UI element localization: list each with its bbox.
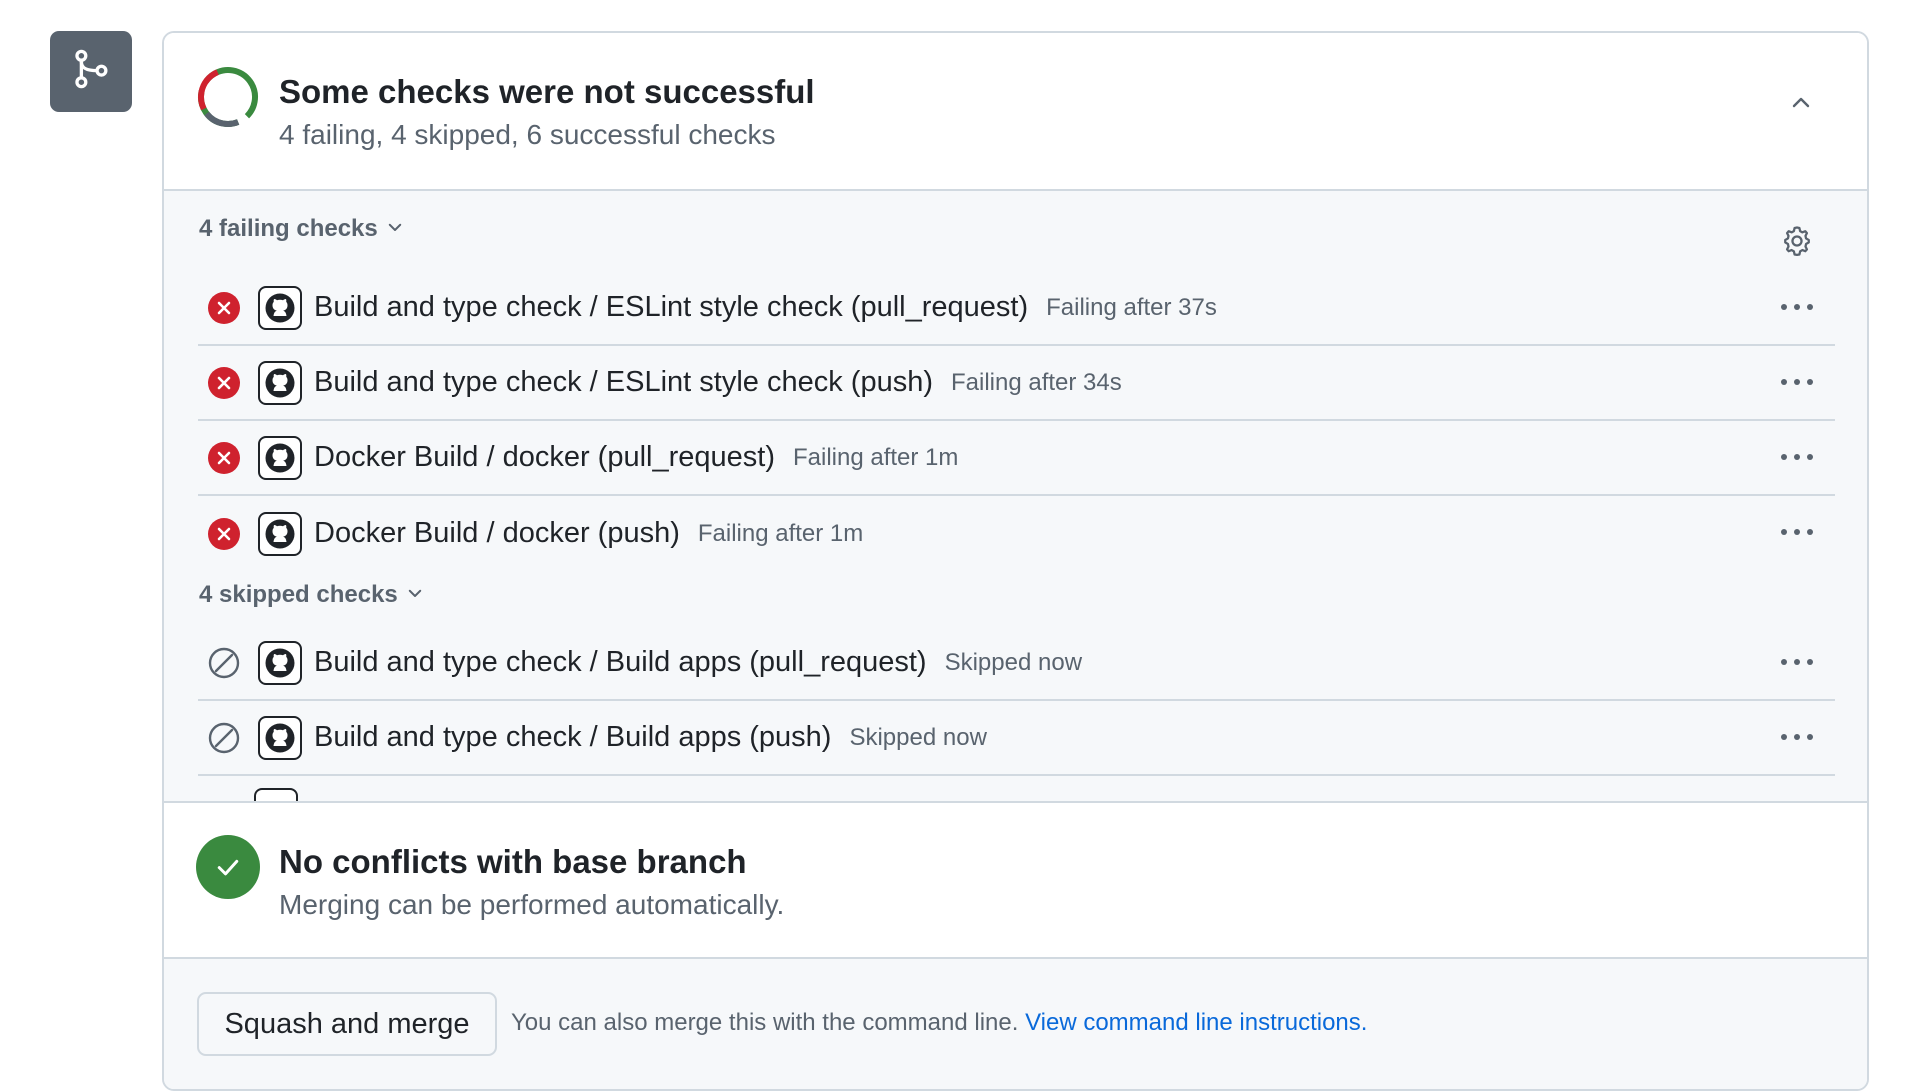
check-row: Build and type check / ESLint style chec… (198, 346, 1835, 421)
partial-status-ring-icon (196, 65, 260, 129)
merge-status-badge (50, 31, 132, 112)
x-circle-fill-icon (208, 366, 240, 399)
check-more-button[interactable] (1777, 291, 1817, 323)
failing-checks-heading: 4 failing checks (199, 215, 378, 242)
check-name-link[interactable]: Build and type check / Build apps (push) (314, 721, 831, 754)
github-icon (258, 435, 302, 480)
chevron-down-icon (406, 581, 424, 609)
command-line-instructions-link[interactable]: View command line instructions. (1025, 1009, 1367, 1036)
conflicts-section: No conflicts with base branch Merging ca… (164, 801, 1867, 959)
check-row: Docker Build / docker (pull_request) Fai… (198, 421, 1835, 496)
checks-summary-text: 4 failing, 4 skipped, 6 successful check… (279, 119, 776, 150)
merge-box: Some checks were not successful 4 failin… (162, 31, 1869, 1091)
kebab-horizontal-icon (1781, 454, 1813, 460)
git-branch-icon (69, 47, 113, 96)
merge-hint: You can also merge this with the command… (511, 1009, 1367, 1037)
github-icon (258, 640, 302, 685)
failing-checks-toggle[interactable]: 4 failing checks (199, 215, 404, 243)
checks-title: Some checks were not successful (279, 73, 815, 110)
merge-hint-text: You can also merge this with the command… (511, 1009, 1019, 1036)
merge-footer: Squash and merge You can also merge this… (164, 959, 1867, 1089)
check-status-text: Failing after 1m (697, 519, 864, 547)
check-row: Docker Build / docker (push) Failing aft… (198, 496, 1835, 571)
x-circle-fill-icon (208, 291, 240, 324)
checks-list: 4 failing checks Build and type check / … (164, 191, 1867, 801)
conflicts-subtitle: Merging can be performed automatically. (279, 889, 785, 920)
github-icon (258, 511, 302, 556)
skip-icon (208, 647, 240, 679)
check-name-link[interactable]: Build and type check / ESLint style chec… (314, 366, 933, 399)
kebab-horizontal-icon (1781, 379, 1813, 385)
checks-settings-button[interactable] (1779, 225, 1815, 261)
kebab-horizontal-icon (1781, 734, 1813, 740)
check-name-link[interactable]: Docker Build / docker (push) (314, 517, 680, 550)
x-circle-fill-icon (208, 517, 240, 550)
github-icon (258, 715, 302, 760)
skipped-checks-heading: 4 skipped checks (199, 581, 398, 608)
check-name-link[interactable]: Build and type check / ESLint style chec… (314, 291, 1028, 324)
check-status-text: Failing after 34s (950, 368, 1122, 396)
check-name-link[interactable]: Docker Build / docker (pull_request) (314, 441, 775, 474)
check-row: Build and type check / Build apps (pull_… (198, 626, 1835, 701)
check-circle-fill-icon (196, 835, 260, 899)
github-icon (254, 788, 298, 801)
x-circle-fill-icon (208, 441, 240, 474)
check-more-button[interactable] (1777, 721, 1817, 753)
kebab-horizontal-icon (1781, 529, 1813, 535)
kebab-horizontal-icon (1781, 659, 1813, 665)
chevron-down-icon (386, 215, 404, 243)
check-more-button[interactable] (1777, 441, 1817, 473)
check-status-text: Skipped now (944, 648, 1083, 676)
skipped-checks-toggle[interactable]: 4 skipped checks (199, 581, 424, 609)
check-row: Build and type check / ESLint style chec… (198, 271, 1835, 346)
gear-icon (1780, 224, 1814, 263)
github-icon (258, 360, 302, 405)
squash-and-merge-button[interactable]: Squash and merge (197, 992, 497, 1056)
skip-icon (208, 722, 240, 754)
check-row: Build and type check / Build apps (push)… (198, 701, 1835, 776)
kebab-horizontal-icon (1781, 304, 1813, 310)
check-status-text: Failing after 1m (792, 443, 959, 471)
conflicts-title: No conflicts with base branch (279, 843, 747, 880)
check-status-text: Skipped now (849, 723, 987, 751)
check-name-link[interactable]: Build and type check / Build apps (pull_… (314, 646, 927, 679)
github-icon (258, 285, 302, 330)
chevron-up-icon (1789, 91, 1813, 120)
checks-summary-header: Some checks were not successful 4 failin… (164, 33, 1867, 191)
check-more-button[interactable] (1777, 516, 1817, 548)
check-more-button[interactable] (1777, 366, 1817, 398)
check-more-button[interactable] (1777, 646, 1817, 678)
check-status-text: Failing after 37s (1046, 293, 1217, 321)
collapse-checks-button[interactable] (1783, 87, 1819, 123)
